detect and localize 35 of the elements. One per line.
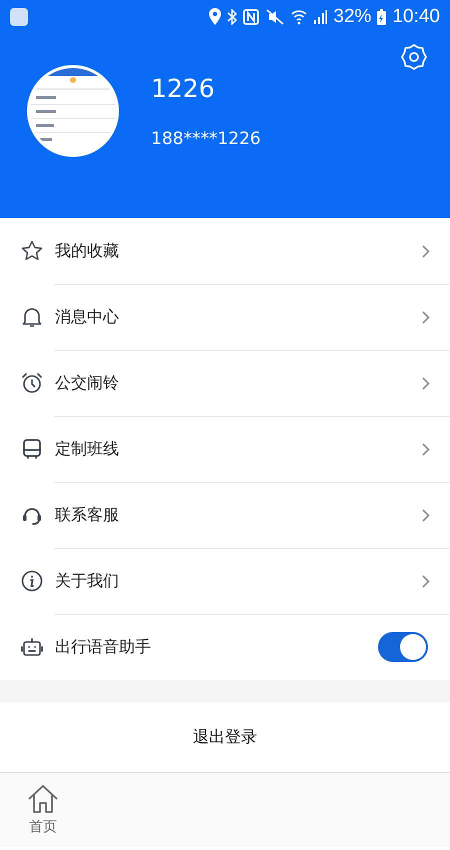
voice-assistant-toggle[interactable] bbox=[378, 632, 428, 662]
bus-icon bbox=[20, 437, 44, 461]
app-icon bbox=[10, 8, 28, 26]
location-icon bbox=[209, 8, 222, 25]
chevron-icon bbox=[422, 574, 430, 588]
bell-icon bbox=[20, 305, 44, 329]
chevron-icon bbox=[422, 508, 430, 522]
chevron-icon bbox=[422, 244, 430, 258]
settings-icon[interactable] bbox=[400, 43, 428, 71]
chevron-icon bbox=[422, 442, 430, 456]
info-icon bbox=[20, 569, 44, 593]
star-icon bbox=[20, 239, 44, 263]
nfc-icon bbox=[243, 8, 260, 24]
menu-item[interactable]: 我的收藏 bbox=[55, 240, 422, 262]
mute-icon bbox=[265, 8, 286, 24]
battery-percent: 32% bbox=[333, 6, 372, 28]
battery-icon bbox=[377, 8, 386, 24]
menu-item[interactable]: 公交闹铃 bbox=[55, 372, 422, 394]
user-name: 1226 bbox=[151, 74, 216, 102]
robot-icon bbox=[20, 635, 44, 659]
home-tab[interactable]: 首页 bbox=[0, 773, 86, 847]
menu-item[interactable]: 关于我们 bbox=[55, 570, 422, 592]
bluetooth-icon bbox=[227, 8, 238, 24]
menu-item[interactable]: 定制班线 bbox=[55, 438, 422, 460]
menu-item[interactable]: 消息中心 bbox=[55, 306, 422, 328]
home-icon bbox=[27, 784, 59, 814]
signal-icon bbox=[313, 10, 328, 24]
clock-time: 10:40 bbox=[392, 6, 440, 28]
chevron-icon bbox=[422, 310, 430, 324]
menu-item[interactable]: 出行语音助手 bbox=[55, 636, 378, 658]
phone-number: 188****1226 bbox=[151, 128, 261, 148]
wifi-icon bbox=[291, 8, 308, 24]
menu-item[interactable]: 联系客服 bbox=[55, 504, 422, 526]
alarm-clock-icon bbox=[20, 371, 44, 395]
chevron-icon bbox=[422, 376, 430, 390]
